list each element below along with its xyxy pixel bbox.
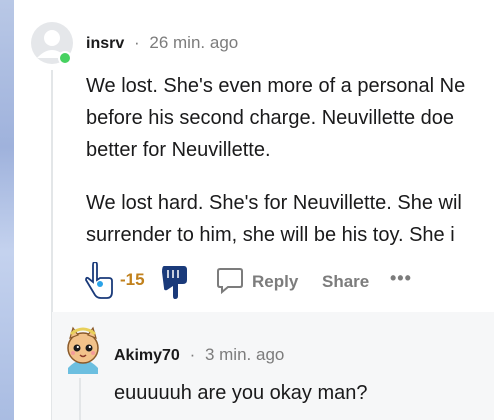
comment-line: We lost. She's even more of a personal N… <box>86 75 466 97</box>
meta-separator: · <box>189 345 196 364</box>
meta-separator: · <box>133 33 140 52</box>
reply-username[interactable]: Akimy70 <box>114 347 180 364</box>
more-options-button[interactable]: ••• <box>390 266 412 290</box>
comment-line: before his second charge. Neuvillette do… <box>86 107 455 129</box>
reply-button[interactable]: Reply <box>216 266 298 298</box>
comment-line: We lost hard. She's for Neuvillette. She… <box>86 192 462 214</box>
reply-user-avatar[interactable] <box>62 322 104 374</box>
comment-body: We lost. She's even more of a personal N… <box>86 70 494 272</box>
comment-line: surrender to him, she will be his toy. S… <box>86 224 455 246</box>
background-strip <box>0 0 14 420</box>
reply-thread-line[interactable] <box>79 378 81 420</box>
reply-timestamp[interactable]: 3 min. ago <box>205 345 284 364</box>
comment-paragraph: We lost hard. She's for Neuvillette. She… <box>86 187 494 251</box>
reply-body: euuuuuh are you okay man? <box>114 382 368 404</box>
share-button[interactable]: Share <box>322 266 369 298</box>
comment-timestamp[interactable]: 26 min. ago <box>149 33 238 52</box>
vote-score: -15 <box>120 270 145 289</box>
comment-actions: -15 Reply Share ••• <box>84 261 494 305</box>
comment-bubble-icon <box>216 266 244 299</box>
downvote-icon[interactable] <box>160 262 188 305</box>
comment-line: better for Neuvillette. <box>86 139 271 161</box>
online-status-dot <box>58 51 72 65</box>
comment-meta: insrv · 26 min. ago <box>86 33 238 53</box>
reply-label: Reply <box>252 272 299 291</box>
reply-meta: Akimy70 · 3 min. ago <box>114 345 284 365</box>
comment-username[interactable]: insrv <box>86 35 124 52</box>
upvote-icon[interactable] <box>84 261 114 305</box>
comment-paragraph: We lost. She's even more of a personal N… <box>86 70 494 166</box>
